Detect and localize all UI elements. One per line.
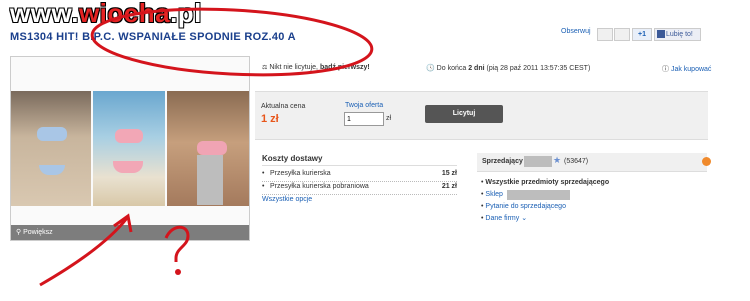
question-mark-annotation <box>164 225 190 262</box>
annotations <box>39 7 374 287</box>
question-mark-dot <box>175 269 181 275</box>
arrow-annotation <box>39 217 129 287</box>
circle-annotation <box>90 7 374 77</box>
